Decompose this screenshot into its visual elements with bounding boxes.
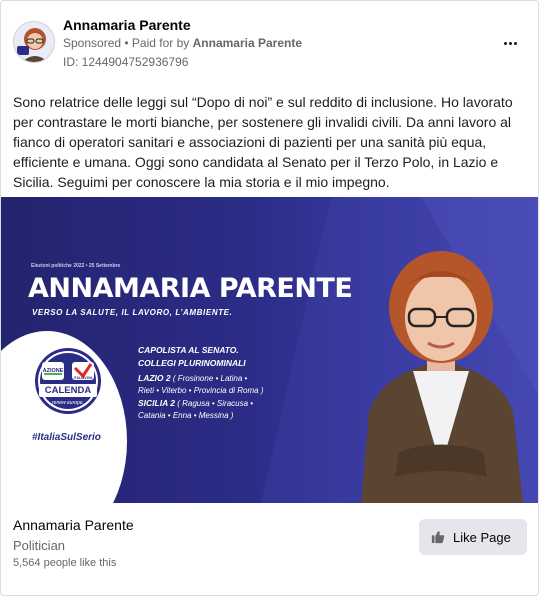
- advertiser-name[interactable]: Annamaria Parente: [63, 17, 191, 33]
- calenda-logo: AZIONE ITALIAVIVA CALENDA renew europe.: [29, 348, 107, 418]
- ad-id: ID: 1244904752936796: [63, 55, 189, 69]
- sicilia-detail1: ( Ragusa • Siracusa •: [175, 399, 254, 408]
- capolista-line1: CAPOLISTA AL SENATO.: [138, 345, 239, 355]
- banner-tagline: VERSO LA SALUTE, IL LAVORO, L’AMBIENTE.: [32, 308, 233, 317]
- more-options-icon[interactable]: [498, 31, 522, 55]
- post-header: Annamaria Parente Sponsored • Paid for b…: [13, 17, 526, 71]
- post-body: Sono relatrice delle leggi sul “Dopo di …: [13, 94, 513, 190]
- sicilia-detail2: Catania • Enna • Messina ): [138, 411, 234, 420]
- candidate-portrait: [361, 251, 523, 503]
- logo-calenda: CALENDA: [44, 385, 92, 396]
- banner-subtitle: Elezioni politiche 2022 • 25 Settembre: [31, 263, 121, 269]
- lazio-label: LAZIO 2: [138, 373, 171, 383]
- capolista-line2: COLLEGI PLURINOMINALI: [138, 358, 246, 368]
- banner-name: ANNAMARIA PARENTE: [28, 273, 353, 304]
- paid-by-name[interactable]: Annamaria Parente: [193, 36, 302, 50]
- sponsored-label: Sponsored: [63, 36, 122, 50]
- like-page-label: Like Page: [453, 529, 511, 545]
- logo-renew: renew europe.: [52, 400, 84, 406]
- avatar[interactable]: [13, 21, 55, 63]
- regions-text: LAZIO 2 ( Frosinone • Latina • Rieti • V…: [138, 372, 318, 422]
- ad-image[interactable]: Elezioni politiche 2022 • 25 Settembre A…: [1, 197, 538, 503]
- logo-italiaviva: ITALIAVIVA: [73, 376, 93, 380]
- lazio-detail2: Rieti • Viterbo • Provincia di Roma ): [138, 386, 264, 395]
- sicilia-label: SICILIA 2: [138, 398, 175, 408]
- page-likes: 5,564 people like this: [13, 557, 117, 569]
- thumbs-up-icon: [431, 531, 445, 544]
- page-category: Politician: [13, 538, 66, 553]
- hashtag: #ItaliaSulSerio: [32, 432, 101, 443]
- page-name[interactable]: Annamaria Parente: [13, 517, 134, 533]
- ad-card: Annamaria Parente Sponsored • Paid for b…: [0, 0, 539, 596]
- capolista-text: CAPOLISTA AL SENATO. COLLEGI PLURINOMINA…: [138, 344, 246, 370]
- logo-azione: AZIONE: [42, 368, 64, 374]
- like-page-button[interactable]: Like Page: [419, 519, 527, 555]
- sponsored-line: Sponsored • Paid for by Annamaria Parent…: [63, 36, 302, 50]
- paid-for-prefix: • Paid for by: [121, 36, 193, 50]
- lazio-detail1: ( Frosinone • Latina •: [170, 374, 248, 383]
